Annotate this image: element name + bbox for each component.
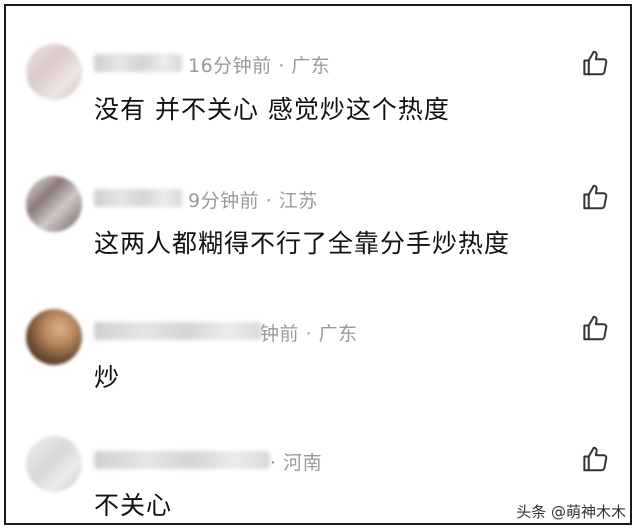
watermark: 头条 @萌神木木 (512, 500, 630, 523)
comment-text: 不关心 (94, 491, 173, 520)
avatar[interactable] (26, 309, 82, 365)
comment-panel: 16分钟前 · 广东 没有 并不关心 感觉炒这个热度 9分钟前 · 江苏 这两人… (4, 4, 632, 525)
comment-meta: 16分钟前 · 广东 (188, 55, 331, 77)
avatar[interactable] (26, 176, 82, 232)
username-blurred[interactable] (94, 54, 182, 72)
comment-text: 这两人都糊得不行了全靠分手炒热度 (94, 229, 511, 258)
username-blurred[interactable] (94, 451, 270, 469)
username-blurred[interactable] (94, 189, 182, 207)
username-blurred[interactable] (94, 322, 262, 340)
comment-meta: 9分钟前 · 江苏 (188, 190, 318, 212)
avatar[interactable] (26, 436, 82, 492)
thumbs-up-icon[interactable] (580, 444, 610, 474)
thumbs-up-icon[interactable] (580, 48, 610, 78)
comment-text: 没有 并不关心 感觉炒这个热度 (94, 95, 450, 124)
comment-text: 炒 (94, 363, 121, 392)
avatar[interactable] (26, 44, 82, 100)
thumbs-up-icon[interactable] (580, 182, 610, 212)
comment-meta: 钟前 · 广东 (260, 323, 358, 345)
thumbs-up-icon[interactable] (580, 313, 610, 343)
comment-meta: · 河南 (270, 452, 323, 474)
